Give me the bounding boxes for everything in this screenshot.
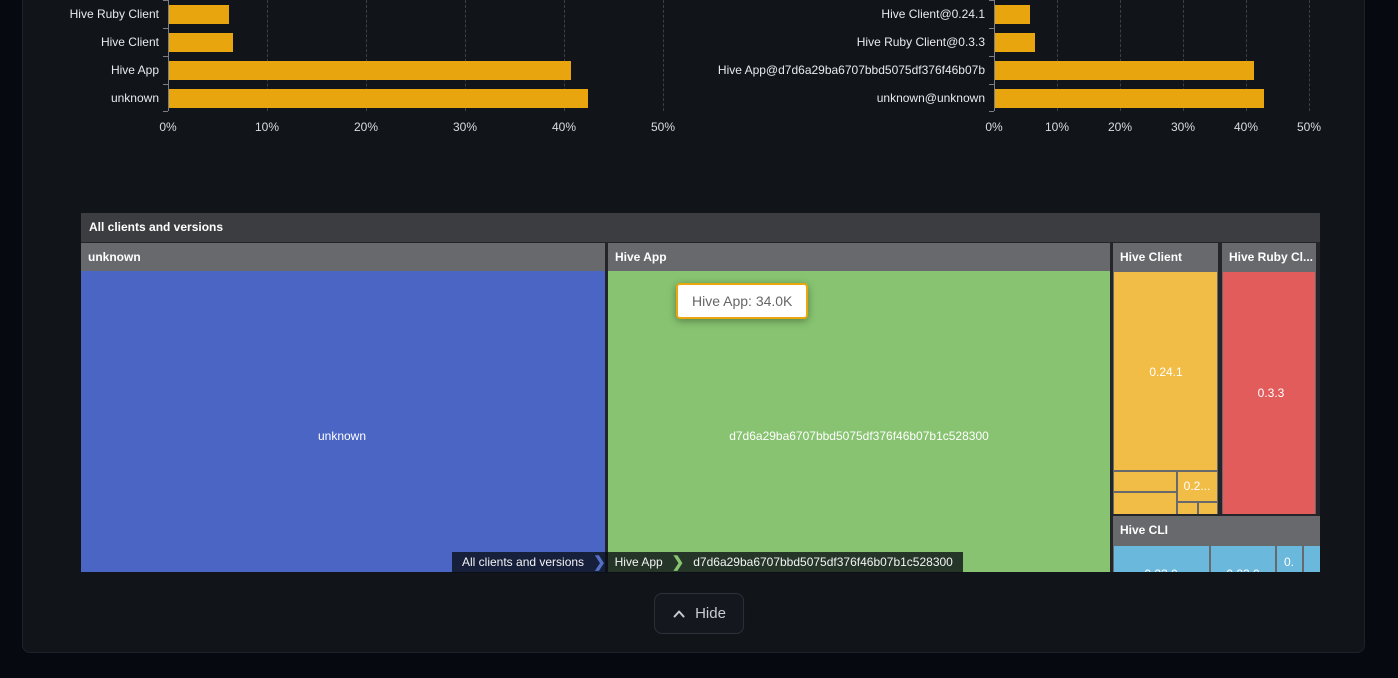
bar-category-label: unknown — [0, 89, 159, 108]
bar-category-label: Hive Client@0.24.1 — [699, 5, 985, 24]
bar-unknown-unknown[interactable] — [995, 89, 1264, 108]
treemap-block-label: 0.24.1 — [1149, 365, 1182, 379]
x-axis-tick-label: 40% — [534, 120, 594, 134]
x-axis-tick-label: 20% — [1090, 120, 1150, 134]
x-axis-tick-label: 50% — [633, 120, 693, 134]
treemap-section-unknown[interactable]: unknown unknown — [81, 243, 605, 572]
treemap-block-label: 0.23.0 — [1144, 567, 1177, 572]
treemap-breadcrumb: All clients and versions❯Hive App❯d7d6a2… — [452, 552, 963, 573]
x-axis-tick-label: 40% — [1216, 120, 1276, 134]
axis-tick-mark — [989, 56, 994, 57]
axis-tick-mark — [163, 111, 168, 112]
bar-category-label: Hive App — [0, 61, 159, 80]
treemap-block[interactable] — [1199, 503, 1217, 514]
breadcrumb-chevron-icon: ❯ — [592, 552, 607, 573]
dashboard: 0%10%20%30%40%50%Hive Ruby ClientHive Cl… — [0, 0, 1398, 678]
treemap-block-label: 0.23.0 — [1226, 567, 1259, 572]
treemap-section-header: Hive Client — [1113, 243, 1218, 271]
x-axis-tick-label: 10% — [237, 120, 297, 134]
breadcrumb-chevron-icon: ❯ — [671, 552, 686, 573]
chart-tooltip: Hive App: 34.0K — [676, 283, 808, 319]
treemap-section-header: Hive Ruby Cl... — [1222, 243, 1316, 271]
treemap-clients-and-versions: All clients and versions unknownunknownH… — [81, 213, 1320, 572]
bar-hive-ruby-client-0-3-3[interactable] — [995, 33, 1035, 52]
x-axis-tick-label: 0% — [964, 120, 1024, 134]
axis-tick-mark — [989, 28, 994, 29]
treemap-section-hive-cli[interactable]: Hive CLI 0.23.0 0.23.0 0. — [1113, 516, 1320, 572]
treemap-block[interactable] — [1114, 493, 1176, 514]
axis-tick-mark — [163, 0, 168, 1]
axis-tick-mark — [989, 84, 994, 85]
x-axis-tick-label: 10% — [1027, 120, 1087, 134]
bar-hive-client-0-24-1[interactable] — [995, 5, 1030, 24]
axis-tick-mark — [989, 0, 994, 1]
bar-hive-client[interactable] — [169, 33, 233, 52]
chevron-up-icon — [672, 607, 686, 621]
x-axis-tick-label: 30% — [1153, 120, 1213, 134]
axis-tick-mark — [163, 56, 168, 57]
bar-unknown[interactable] — [169, 89, 588, 108]
tooltip-text: Hive App: 34.0K — [692, 293, 792, 309]
bar-category-label: unknown@unknown — [699, 89, 985, 108]
x-axis-tick-label: 20% — [336, 120, 396, 134]
x-gridline — [1309, 0, 1310, 111]
bar-chart-client-versions: 0%10%20%30%40%50% Hive Client@0.24.1 Hive … — [699, 0, 1398, 140]
axis-tick-mark — [163, 28, 168, 29]
axis-tick-mark — [989, 111, 994, 112]
hide-button-label: Hide — [695, 605, 726, 622]
bar-hive-app-d7d6a29ba6707bbd5075df376f46b07b[interactable] — [995, 61, 1254, 80]
hide-button[interactable]: Hide — [654, 593, 744, 634]
treemap-block[interactable] — [1304, 546, 1320, 572]
bar-category-label: Hive Client — [0, 33, 159, 52]
treemap-section-hive-ruby-cl-[interactable]: Hive Ruby Cl... 0.3.3 — [1222, 243, 1316, 514]
treemap-block[interactable] — [1114, 472, 1176, 491]
treemap-block[interactable] — [81, 271, 605, 572]
x-gridline — [663, 0, 664, 111]
bar-category-label: Hive Ruby Client — [0, 5, 159, 24]
treemap-block-label: d7d6a29ba6707bbd5075df376f46b07b1c528300 — [729, 429, 989, 443]
treemap-section-header: Hive CLI — [1113, 516, 1320, 544]
bar-category-label: Hive Ruby Client@0.3.3 — [699, 33, 985, 52]
bar-hive-ruby-client[interactable] — [169, 5, 229, 24]
axis-tick-mark — [163, 84, 168, 85]
bar-category-label: Hive App@d7d6a29ba6707bbd5075df376f46b07… — [699, 61, 985, 80]
x-axis-tick-label: 30% — [435, 120, 495, 134]
treemap-section-hive-client[interactable]: Hive Client 0.24.1 0.2... — [1113, 243, 1218, 514]
treemap-title: All clients and versions — [89, 220, 223, 234]
treemap-block-label: 0.2... — [1184, 479, 1211, 493]
treemap-title-bar[interactable]: All clients and versions — [81, 213, 1320, 242]
bar-hive-app[interactable] — [169, 61, 571, 80]
breadcrumb-item[interactable]: All clients and versions — [454, 552, 592, 573]
treemap-block-label: 0. — [1284, 555, 1294, 569]
x-axis-tick-label: 0% — [138, 120, 198, 134]
breadcrumb-item[interactable]: Hive App — [607, 552, 671, 573]
bar-chart-clients: 0% 10% 20% 30% 40% 50% Hive Ruby Client Hive Cl… — [0, 0, 699, 140]
treemap-block[interactable] — [1178, 503, 1197, 514]
breadcrumb-item[interactable]: d7d6a29ba6707bbd5075df376f46b07b1c528300 — [685, 552, 961, 573]
treemap-section-header: unknown — [81, 243, 605, 271]
treemap-section-header: Hive App — [608, 243, 1110, 271]
treemap-block-label: unknown — [318, 429, 366, 443]
x-axis-tick-label: 50% — [1279, 120, 1339, 134]
treemap-block-label: 0.3.3 — [1258, 386, 1285, 400]
